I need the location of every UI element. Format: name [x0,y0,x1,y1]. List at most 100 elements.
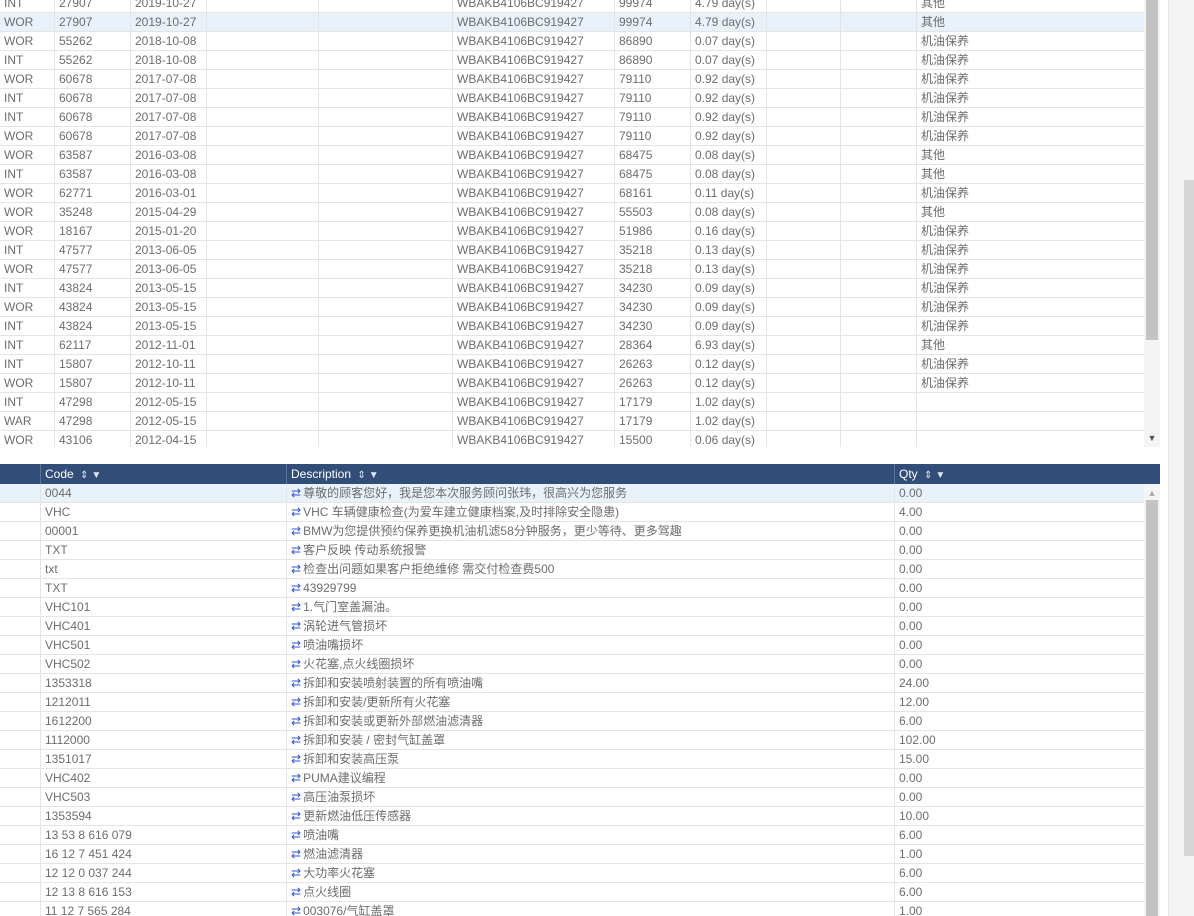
job-line-row[interactable]: 1353318 ⇄ 拆卸和安装喷射装置的所有喷油嘴 24.00 [0,674,1144,693]
history-vertical-scrollbar[interactable]: ▼ [1144,0,1160,447]
history-row[interactable]: WOR 63587 2016-03-08 WBAKB4106BC919427 68475… [0,146,1144,165]
history-cell-date: 2012-05-15 [130,393,206,411]
job-line-row[interactable]: 00001 ⇄ BMW为您提供预约保养更换机油机滤58分钟服务，更少等待、更多驾趣 0… [0,522,1144,541]
job-line-row[interactable]: 1353594 ⇄ 更新燃油低压传感器 10.00 [0,807,1144,826]
column-header-qty[interactable]: Qty ⇕ ▼ [894,464,1144,484]
history-row[interactable]: WOR 43824 2013-05-15 WBAKB4106BC919427 34230… [0,298,1144,317]
history-row[interactable]: WOR 55262 2018-10-08 WBAKB4106BC919427 86890… [0,32,1144,51]
history-row[interactable]: INT 47577 2013-06-05 WBAKB4106BC919427 35218… [0,241,1144,260]
history-row[interactable]: WOR 43106 2012-04-15 WBAKB4106BC919427 15500… [0,431,1144,447]
history-row[interactable]: WOR 60678 2017-07-08 WBAKB4106BC919427 79110… [0,70,1144,89]
history-cell-type: WOR [4,34,34,48]
job-line-row[interactable]: 1612200 ⇄ 拆卸和安装或更新外部燃油滤清器 6.00 [0,712,1144,731]
history-cell-blank-3 [766,32,840,50]
swap-arrows-icon[interactable]: ⇄ [291,714,301,728]
history-row[interactable]: INT 27907 2019-10-27 WBAKB4106BC919427 99974… [0,0,1144,13]
job-line-row[interactable]: 13 53 8 616 079 ⇄ 喷油嘴 6.00 [0,826,1144,845]
history-cell-mileage: 79110 [614,70,690,88]
sort-icon[interactable]: ⇕ [357,470,365,481]
swap-arrows-icon[interactable]: ⇄ [291,638,301,652]
history-scrollbar-thumb[interactable] [1146,0,1158,340]
history-row[interactable]: WOR 62771 2016-03-01 WBAKB4106BC919427 68161… [0,184,1144,203]
job-line-row[interactable]: 1212011 ⇄ 拆卸和安装/更新所有火花塞 12.00 [0,693,1144,712]
job-line-row[interactable]: txt ⇄ 检查出问题如果客户拒绝维修 需交付检查费500 0.00 [0,560,1144,579]
job-line-row[interactable]: TXT ⇄ 客户反映 传动系统报警 0.00 [0,541,1144,560]
swap-arrows-icon[interactable]: ⇄ [291,809,301,823]
job-line-row[interactable]: VHC402 ⇄ PUMA建议编程 0.00 [0,769,1144,788]
swap-arrows-icon[interactable]: ⇄ [291,505,301,519]
sort-icon[interactable]: ⇕ [924,470,932,481]
job-line-row[interactable]: 16 12 7 451 424 ⇄ 燃油滤清器 1.00 [0,845,1144,864]
swap-arrows-icon[interactable]: ⇄ [291,657,301,671]
history-row[interactable]: WAR 47298 2012-05-15 WBAKB4106BC919427 17179… [0,412,1144,431]
job-line-description-text: 1.气门室盖漏油。 [303,600,398,614]
swap-arrows-icon[interactable]: ⇄ [291,771,301,785]
history-row[interactable]: INT 62117 2012-11-01 WBAKB4106BC919427 28364… [0,336,1144,355]
filter-icon[interactable]: ▼ [91,470,101,481]
history-row[interactable]: INT 43824 2013-05-15 WBAKB4106BC919427 34230… [0,279,1144,298]
swap-arrows-icon[interactable]: ⇄ [291,695,301,709]
history-cell-duration: 0.08 day(s) [690,203,766,221]
history-cell-blank-1 [206,108,318,126]
history-row[interactable]: INT 60678 2017-07-08 WBAKB4106BC919427 79110… [0,89,1144,108]
history-cell-date: 2012-11-01 [130,336,206,354]
swap-arrows-icon[interactable]: ⇄ [291,543,301,557]
history-row[interactable]: WOR 60678 2017-07-08 WBAKB4106BC919427 79110… [0,127,1144,146]
job-lines-vertical-scrollbar[interactable]: ▲ [1144,484,1160,916]
swap-arrows-icon[interactable]: ⇄ [291,524,301,538]
job-lines-scrollbar-thumb[interactable] [1146,500,1158,916]
column-header-code[interactable]: Code ⇕ ▼ [40,464,286,484]
filter-icon[interactable]: ▼ [369,470,379,481]
job-line-row[interactable]: 11 12 7 565 284 ⇄ 003076/气缸盖罩 1.00 [0,902,1144,916]
sort-icon[interactable]: ⇕ [80,470,88,481]
swap-arrows-icon[interactable]: ⇄ [291,676,301,690]
swap-arrows-icon[interactable]: ⇄ [291,562,301,576]
job-line-row[interactable]: VHC101 ⇄ 1.气门室盖漏油。 0.00 [0,598,1144,617]
job-line-row[interactable]: TXT ⇄ 43929799 0.00 [0,579,1144,598]
history-cell-blank-4 [840,146,916,164]
history-cell-mileage: 55503 [614,203,690,221]
job-line-description-text: 003076/气缸盖罩 [303,904,395,916]
history-row[interactable]: WOR 35248 2015-04-29 WBAKB4106BC919427 55503… [0,203,1144,222]
history-row[interactable]: INT 63587 2016-03-08 WBAKB4106BC919427 68475… [0,165,1144,184]
history-cell-type: WOR [4,300,34,314]
job-line-row[interactable]: VHC ⇄ VHC 车辆健康检查(为爱车建立健康档案,及时排除安全隐患) 4.00 [0,503,1144,522]
swap-arrows-icon[interactable]: ⇄ [291,752,301,766]
job-line-row[interactable]: 0044 ⇄ 尊敬的顾客您好，我是您本次服务顾问张玮，很高兴为您服务 0.00 [0,484,1144,503]
swap-arrows-icon[interactable]: ⇄ [291,600,301,614]
scroll-up-arrow-icon[interactable]: ▲ [1144,486,1160,500]
scroll-down-arrow-icon[interactable]: ▼ [1144,431,1160,445]
history-row[interactable]: WOR 18167 2015-01-20 WBAKB4106BC919427 51986… [0,222,1144,241]
job-line-row[interactable]: VHC503 ⇄ 高压油泵损坏 0.00 [0,788,1144,807]
history-row[interactable]: INT 60678 2017-07-08 WBAKB4106BC919427 79110… [0,108,1144,127]
job-line-row[interactable]: VHC501 ⇄ 喷油嘴损坏 0.00 [0,636,1144,655]
swap-arrows-icon[interactable]: ⇄ [291,486,301,500]
swap-arrows-icon[interactable]: ⇄ [291,847,301,861]
job-lines-grid: Code ⇕ ▼ Description ⇕ ▼ Qty ⇕ ▼ 0044 ⇄ 尊敬的顾客… [0,464,1160,916]
job-line-row[interactable]: 1351017 ⇄ 拆卸和安装高压泵 15.00 [0,750,1144,769]
history-row[interactable]: INT 47298 2012-05-15 WBAKB4106BC919427 17179… [0,393,1144,412]
history-row[interactable]: WOR 47577 2013-06-05 WBAKB4106BC919427 35218… [0,260,1144,279]
swap-arrows-icon[interactable]: ⇄ [291,581,301,595]
job-line-row[interactable]: 1112000 ⇄ 拆卸和安装 / 密封气缸盖罩 102.00 [0,731,1144,750]
job-line-row[interactable]: VHC401 ⇄ 涡轮进气管损坏 0.00 [0,617,1144,636]
history-row[interactable]: INT 43824 2013-05-15 WBAKB4106BC919427 34230… [0,317,1144,336]
swap-arrows-icon[interactable]: ⇄ [291,733,301,747]
swap-arrows-icon[interactable]: ⇄ [291,619,301,633]
swap-arrows-icon[interactable]: ⇄ [291,866,301,880]
swap-arrows-icon[interactable]: ⇄ [291,790,301,804]
filter-icon[interactable]: ▼ [935,470,945,481]
job-line-row[interactable]: VHC502 ⇄ 火花塞,点火线圈损坏 0.00 [0,655,1144,674]
swap-arrows-icon[interactable]: ⇄ [291,885,301,899]
history-row[interactable]: WOR 15807 2012-10-11 WBAKB4106BC919427 26263… [0,374,1144,393]
swap-arrows-icon[interactable]: ⇄ [291,828,301,842]
column-header-description[interactable]: Description ⇕ ▼ [286,464,894,484]
job-line-row[interactable]: 12 12 0 037 244 ⇄ 大功率火花塞 6.00 [0,864,1144,883]
swap-arrows-icon[interactable]: ⇄ [291,904,301,916]
history-cell-ro-number: 18167 [54,222,130,240]
page-vertical-scrollbar[interactable] [1184,180,1194,856]
job-line-row[interactable]: 12 13 8 616 153 ⇄ 点火线圈 6.00 [0,883,1144,902]
history-row[interactable]: WOR 27907 2019-10-27 WBAKB4106BC919427 99974… [0,13,1144,32]
history-row[interactable]: INT 55262 2018-10-08 WBAKB4106BC919427 86890… [0,51,1144,70]
history-row[interactable]: INT 15807 2012-10-11 WBAKB4106BC919427 26263… [0,355,1144,374]
